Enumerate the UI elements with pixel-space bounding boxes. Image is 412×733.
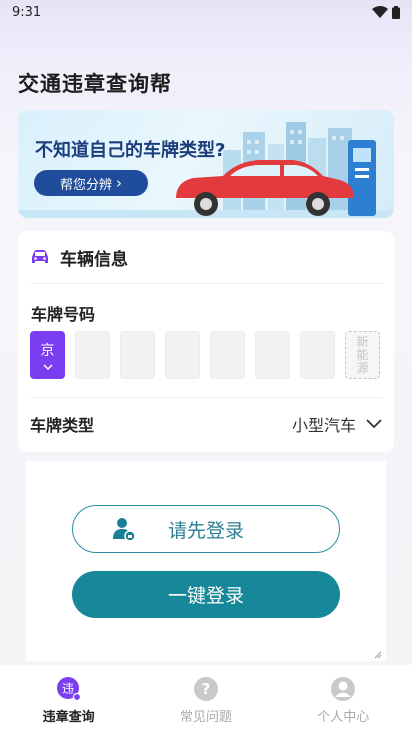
chevron-down-icon [42,364,53,370]
status-icons [372,5,400,19]
vehicle-info-header: 车辆信息 [18,231,394,283]
user-lock-icon [111,516,137,547]
chevron-right-icon: › [116,174,122,192]
login-first-label: 请先登录 [167,519,244,542]
tab-label: 违章查询 [42,710,95,725]
plate-type-value-wrap: 小型汽车 [292,412,382,436]
plate-number-input: 京 新 能 源 [30,331,380,379]
one-key-login-label: 一键登录 [167,585,244,607]
new-energy-label: 新 能 源 [356,334,369,375]
tab-label: 个人中心 [317,710,370,725]
new-energy-slot[interactable]: 新 能 源 [345,331,380,379]
help-identify-label: 帮您分辨 [59,177,112,193]
login-card: 请先登录 一键登录 [26,461,386,661]
plate-char-slot[interactable] [300,331,335,379]
plate-type-label: 车牌类型 [30,416,95,435]
plate-type-value: 小型汽车 [291,416,356,435]
plate-char-slot[interactable] [120,331,155,379]
app-title: 交通违章查询帮 [18,72,172,96]
plate-char-slot[interactable] [75,331,110,379]
plate-type-selector[interactable]: 车牌类型 小型汽车 [30,409,382,439]
vehicle-info-title: 车辆信息 [60,249,128,270]
svg-text:违: 违 [62,682,74,696]
province-value: 京 [40,343,55,359]
violation-icon: 违 [56,677,81,702]
vehicle-info-card: 车辆信息 车牌号码 京 新 能 源 车牌类型 小型汽车 [18,231,394,452]
tab-profile[interactable]: 个人中心 [288,676,398,725]
city-skyline-illustration [18,122,394,218]
plate-type-banner[interactable]: 不知道自己的车牌类型? 帮您分辨 › [18,110,394,218]
car-icon [32,250,48,263]
divider [30,283,382,284]
plate-number-label: 车牌号码 [31,305,96,324]
battery-icon [392,5,400,19]
banner-title: 不知道自己的车牌类型? [35,140,226,161]
tab-faq[interactable]: ? 常见问题 [151,676,261,725]
chevron-down-icon [366,419,382,429]
bottom-tab-bar: 违 违章查询 ? 常见问题 个人中心 [0,665,412,733]
plate-char-slot[interactable] [165,331,200,379]
status-time: 9:31 [12,4,42,20]
login-first-button[interactable]: 请先登录 [72,505,340,553]
svg-text:?: ? [202,680,211,698]
tab-violation-query[interactable]: 违 违章查询 [14,676,124,725]
question-icon: ? [193,677,218,701]
plate-char-slot[interactable] [255,331,290,379]
help-identify-button[interactable]: 帮您分辨 › [34,170,148,196]
resize-grip-icon [374,651,382,659]
divider [30,397,382,398]
wifi-icon [372,6,388,18]
province-selector[interactable]: 京 [30,331,65,379]
plate-char-slot[interactable] [210,331,245,379]
one-key-login-button[interactable]: 一键登录 [72,571,340,618]
user-icon [331,677,356,701]
status-bar: 9:31 [0,0,412,24]
tab-label: 常见问题 [179,710,232,725]
